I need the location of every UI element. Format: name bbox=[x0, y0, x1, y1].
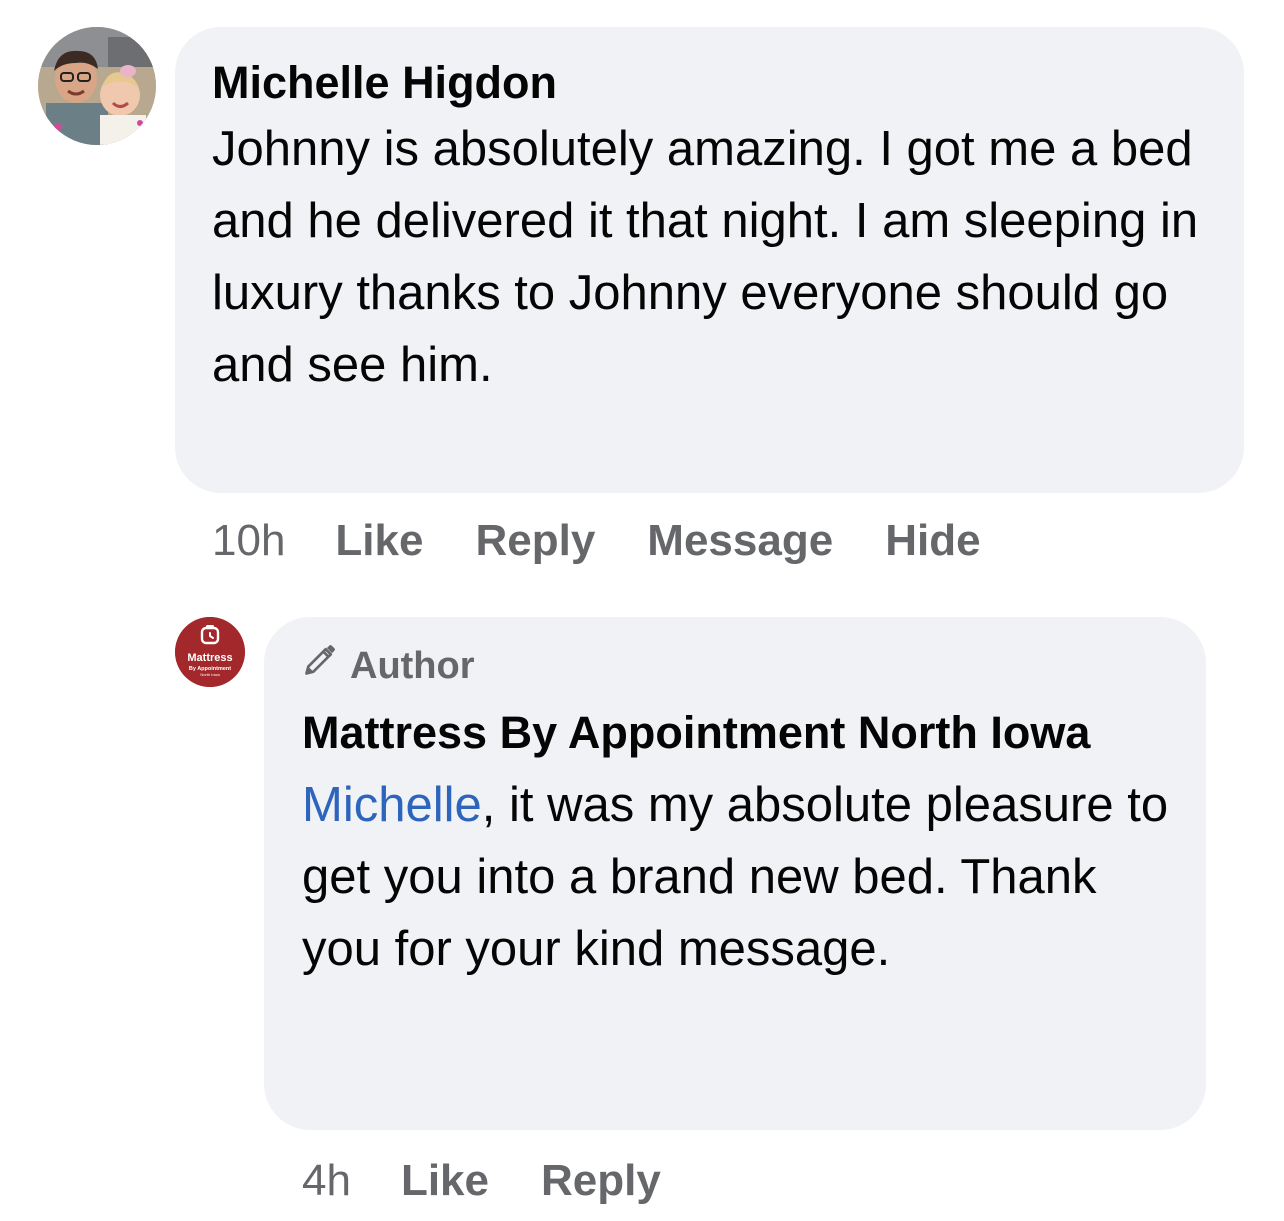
comment-actions: 10h Like Reply Message Hide bbox=[212, 516, 1033, 566]
pencil-icon bbox=[302, 641, 350, 691]
mattress-logo: Mattress By Appointment North Iowa bbox=[175, 617, 245, 687]
reply-actions: 4h Like Reply bbox=[302, 1156, 713, 1206]
like-button[interactable]: Like bbox=[401, 1156, 489, 1206]
logo-title: Mattress bbox=[187, 652, 232, 664]
comment-bubble: Michelle Higdon Johnny is absolutely ama… bbox=[175, 27, 1244, 493]
like-button[interactable]: Like bbox=[335, 516, 423, 566]
comment-thread: Michelle Higdon Johnny is absolutely ama… bbox=[0, 0, 1284, 1221]
reply-author-name[interactable]: Mattress By Appointment North Iowa bbox=[302, 703, 1176, 763]
mention-link[interactable]: Michelle bbox=[302, 778, 482, 832]
message-button[interactable]: Message bbox=[647, 516, 833, 566]
reply-button[interactable]: Reply bbox=[475, 516, 595, 566]
hide-button[interactable]: Hide bbox=[885, 516, 980, 566]
page-avatar[interactable]: Mattress By Appointment North Iowa bbox=[175, 617, 245, 687]
author-badge: Author bbox=[302, 641, 1176, 691]
reply-timestamp[interactable]: 4h bbox=[302, 1156, 351, 1206]
logo-tagline: North Iowa bbox=[200, 672, 220, 677]
comment-author-name[interactable]: Michelle Higdon bbox=[212, 55, 1214, 111]
author-badge-label: Author bbox=[350, 645, 475, 687]
profile-photo bbox=[38, 27, 156, 145]
reply-button[interactable]: Reply bbox=[541, 1156, 661, 1206]
avatar[interactable] bbox=[38, 27, 156, 145]
comment-text: Johnny is absolutely amazing. I got me a… bbox=[212, 122, 1199, 392]
comment-timestamp[interactable]: 10h bbox=[212, 516, 285, 566]
reply-bubble: Author Mattress By Appointment North Iow… bbox=[264, 617, 1206, 1130]
reply-text: Michelle, it was my absolute pleasure to… bbox=[302, 769, 1176, 985]
